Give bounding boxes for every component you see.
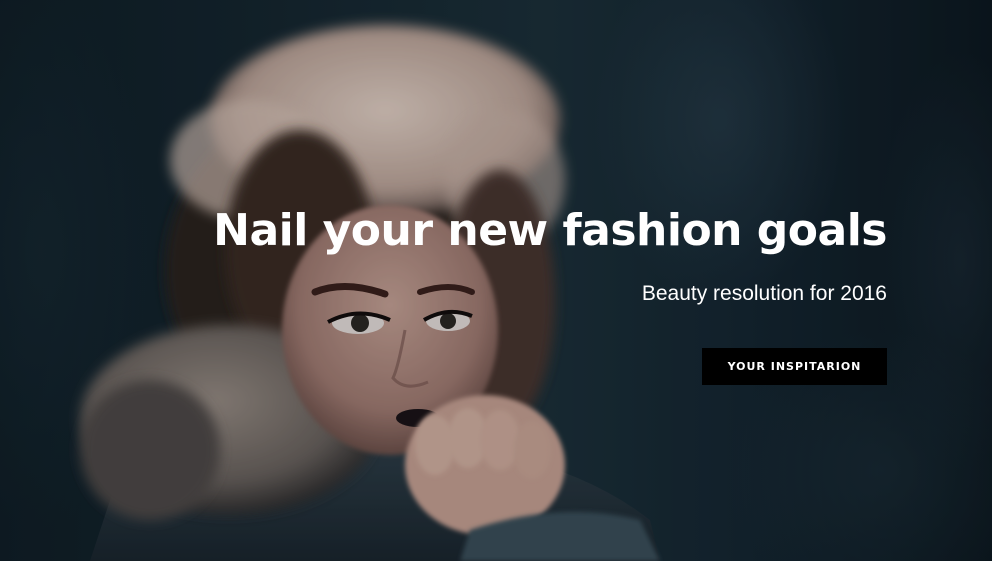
hero-caption: Nail your new fashion goals Beauty resol…: [187, 196, 887, 308]
hero-subheadline: Beauty resolution for 2016: [641, 282, 887, 305]
hero-slide: Nail your new fashion goals Beauty resol…: [0, 0, 992, 561]
hero-headline: Nail your new fashion goals: [213, 205, 887, 256]
your-inspiration-button[interactable]: YOUR INSPITARION: [702, 348, 887, 385]
